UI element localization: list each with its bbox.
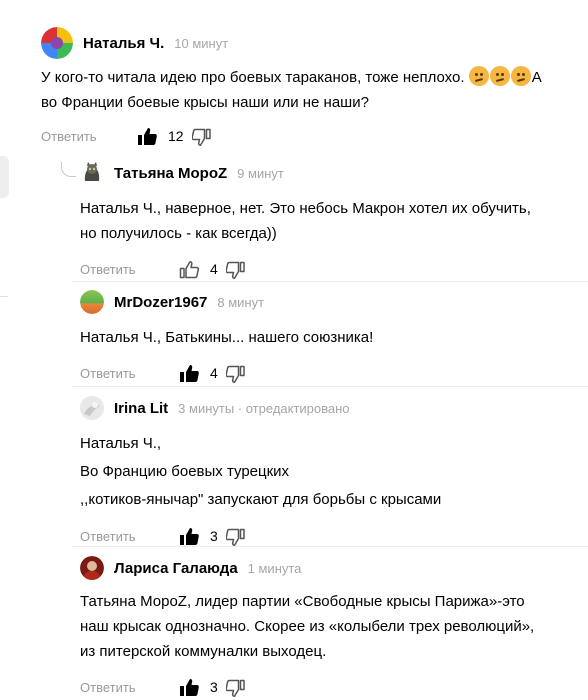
- comment-line: Наталья Ч., наверное, нет. Это небось Ма…: [80, 200, 531, 217]
- like-count: 3: [210, 679, 218, 695]
- comment-text-part: во Франции боевые крысы наши или не наши…: [41, 94, 369, 111]
- comment-line: но получилось - как всегда)): [80, 225, 277, 242]
- confused-face-icon: [489, 66, 510, 86]
- author-name[interactable]: Лариса Галаюда: [114, 560, 238, 577]
- avatar[interactable]: [41, 27, 73, 59]
- reply-button[interactable]: Ответить: [41, 129, 136, 144]
- comment-time: 3 минуты · отредактировано: [178, 400, 350, 416]
- comment-time: 8 минут: [217, 294, 265, 310]
- side-panel-tab[interactable]: [0, 156, 9, 198]
- avatar[interactable]: [80, 161, 104, 185]
- comment-natalia: Наталья Ч. 10 минут У кого-то читала иде…: [41, 27, 581, 148]
- thumbs-up-outline-icon[interactable]: [178, 258, 200, 280]
- colorful-avatar-icon: [41, 27, 73, 59]
- comment-line: Татьяна МороZ, лидер партии «Свободные к…: [80, 593, 525, 610]
- comment-text-part: А: [531, 69, 542, 86]
- comment-larisa: Лариса Галаюда 1 минута Татьяна МороZ, л…: [80, 553, 580, 699]
- comment-line: наш крысак однозначно. Скорее из «колыбе…: [80, 618, 535, 635]
- like-count: 12: [168, 128, 184, 144]
- confused-face-icon: [510, 66, 531, 86]
- comment-text: Наталья Ч., наверное, нет. Это небось Ма…: [80, 196, 580, 246]
- comment-divider: [72, 386, 588, 387]
- comment-mrdozer: MrDozer1967 8 минут Наталья Ч., Батькины…: [80, 287, 580, 385]
- thumbs-up-icon[interactable]: [178, 676, 200, 698]
- thumbs-up-icon[interactable]: [136, 125, 158, 147]
- reply-button[interactable]: Ответить: [80, 680, 178, 695]
- comment-line: из питерской коммуналки выходец.: [80, 643, 327, 660]
- reply-button[interactable]: Ответить: [80, 529, 178, 544]
- like-count: 4: [210, 261, 218, 277]
- comment-line: Наталья Ч., Батькины... нашего союзника!: [80, 329, 374, 346]
- comment-text: Татьяна МороZ, лидер партии «Свободные к…: [80, 589, 580, 664]
- comment-line: Во Францию боевых турецких: [80, 463, 290, 480]
- reply-button[interactable]: Ответить: [80, 262, 178, 277]
- comment-text: Наталья Ч., Во Францию боевых турецких ,…: [80, 430, 580, 514]
- comment-divider: [72, 281, 588, 282]
- comment-text-part: У кого-то читала идею про боевых таракан…: [41, 69, 465, 86]
- confused-face-icon: [468, 66, 489, 86]
- author-name[interactable]: Наталья Ч.: [83, 35, 164, 52]
- cat-avatar-icon: [84, 162, 100, 181]
- avatar[interactable]: [80, 556, 104, 580]
- thumbs-down-icon[interactable]: [225, 526, 246, 546]
- author-name[interactable]: MrDozer1967: [114, 294, 207, 311]
- comment-text: Наталья Ч., Батькины... нашего союзника!: [80, 325, 580, 350]
- comment-time: 9 минут: [237, 165, 284, 181]
- thumbs-up-icon[interactable]: [178, 362, 200, 384]
- comment-line: ,,котиков-янычар" запускают для борьбы с…: [80, 491, 442, 508]
- thumbs-down-icon[interactable]: [225, 363, 246, 383]
- avatar[interactable]: [80, 396, 104, 420]
- avatar[interactable]: [80, 290, 104, 314]
- thumbs-up-icon[interactable]: [178, 525, 200, 547]
- comment-line: Наталья Ч.,: [80, 435, 162, 452]
- thread-connector: [61, 162, 76, 177]
- like-count: 4: [210, 365, 218, 381]
- comment-text: У кого-то читала идею про боевых таракан…: [41, 65, 581, 115]
- thumbs-down-icon[interactable]: [225, 259, 246, 279]
- gradient-avatar-icon: [80, 290, 104, 314]
- thumbs-down-icon[interactable]: [191, 126, 212, 146]
- photo-avatar-icon: [80, 556, 104, 580]
- comment-irina: Irina Lit 3 минуты · отредактировано Нат…: [80, 393, 580, 548]
- comment-tatiana: Татьяна МороZ 9 минут Наталья Ч., наверн…: [80, 158, 580, 281]
- author-name[interactable]: Татьяна МороZ: [114, 165, 227, 182]
- side-divider: [0, 296, 8, 297]
- comment-time: 10 минут: [174, 35, 229, 51]
- author-name[interactable]: Irina Lit: [114, 400, 168, 417]
- comment-divider: [72, 546, 588, 547]
- photo-avatar-icon: [80, 396, 104, 420]
- like-count: 3: [210, 528, 218, 544]
- comment-time: 1 минута: [247, 560, 302, 576]
- thumbs-down-icon[interactable]: [225, 677, 246, 697]
- reply-button[interactable]: Ответить: [80, 366, 178, 381]
